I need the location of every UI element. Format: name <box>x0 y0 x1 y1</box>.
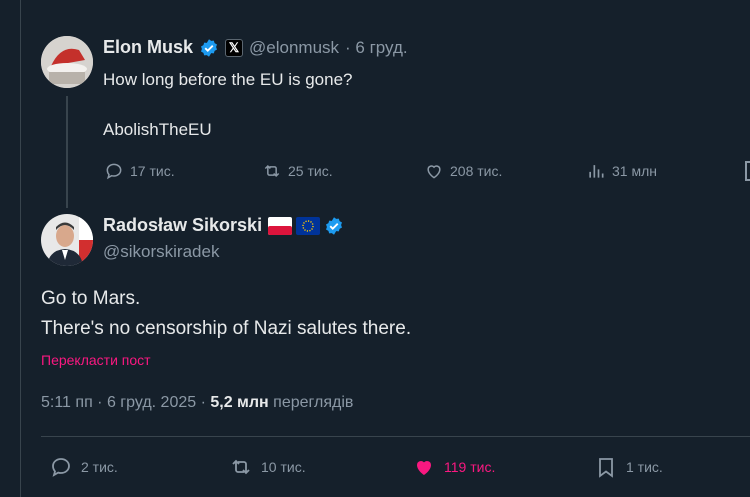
post-text-line1: Go to Mars. <box>41 288 141 309</box>
views-count: 31 млн <box>612 163 657 179</box>
translate-post-link[interactable]: Перекласти пост <box>41 352 151 368</box>
post-text-line2: There's no censorship of Nazi salutes th… <box>41 318 412 339</box>
repost-button[interactable]: 10 тис. <box>229 455 306 479</box>
views-button[interactable]: 31 млн <box>586 161 657 181</box>
views-icon <box>589 165 604 178</box>
author-handle[interactable]: @sikorskiradek <box>103 242 219 262</box>
like-count: 119 тис. <box>444 459 496 475</box>
x-affiliate-icon: 𝕏 <box>225 38 244 57</box>
thread-line <box>66 96 68 208</box>
like-button[interactable]: 208 тис. <box>424 161 502 181</box>
bookmark-count: 1 тис. <box>626 459 663 475</box>
sikorski-avatar[interactable] <box>41 214 93 266</box>
post-metadata: 5:11 пп · 6 груд. 2025 · 5,2 млн перегля… <box>41 394 353 412</box>
bookmark-button[interactable]: 1 тис. <box>594 455 663 479</box>
eu-flag-icon <box>296 216 321 235</box>
share-icon[interactable] <box>745 161 750 181</box>
reply-button[interactable]: 2 тис. <box>49 455 118 479</box>
bookmark-icon <box>599 458 613 478</box>
repost-button[interactable]: 25 тис. <box>262 161 333 181</box>
like-count: 208 тис. <box>450 163 503 179</box>
portrait-avatar-icon <box>41 214 93 266</box>
repost-count: 10 тис. <box>261 459 306 475</box>
like-button[interactable]: 119 тис. <box>412 455 495 479</box>
quoted-text-line2: AbolishTheEU <box>103 120 212 139</box>
heart-icon <box>427 165 441 179</box>
reply-count: 2 тис. <box>81 459 118 475</box>
repost-count: 25 тис. <box>288 163 333 179</box>
verified-badge-icon <box>326 216 343 235</box>
repost-icon <box>264 164 280 178</box>
post-timestamp[interactable]: 5:11 пп · 6 груд. 2025 · <box>41 394 210 411</box>
views-label: переглядів <box>268 394 354 411</box>
reply-icon <box>106 163 122 180</box>
verified-badge-icon <box>201 38 218 57</box>
elon-avatar[interactable] <box>41 36 93 88</box>
divider <box>41 436 750 437</box>
santa-hat-avatar-icon <box>41 36 93 88</box>
post-date[interactable]: · 6 груд. <box>345 38 408 58</box>
reply-count: 17 тис. <box>130 163 175 179</box>
reply-icon <box>52 458 70 477</box>
views-count: 5,2 млн <box>210 394 269 411</box>
heart-filled-icon <box>417 461 431 475</box>
repost-icon <box>232 459 250 475</box>
author-name[interactable]: Radosław Sikorski <box>103 215 262 236</box>
author-handle[interactable]: @elonmusk <box>249 38 339 58</box>
author-name[interactable]: Elon Musk <box>103 37 193 58</box>
poland-flag-icon <box>268 216 293 235</box>
quoted-text-line1: How long before the EU is gone? <box>103 70 353 89</box>
reply-button[interactable]: 17 тис. <box>104 161 175 181</box>
